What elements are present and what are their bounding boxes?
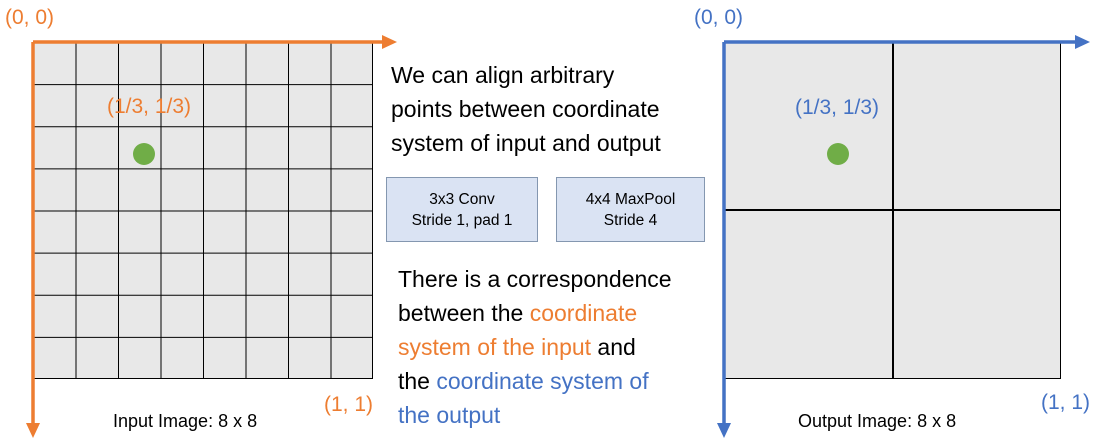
correspondence-line-3-orange: system of the input [398,334,592,360]
correspondence-line-2: between the coordinate [398,296,672,330]
correspondence-line-2-text: between the [398,300,530,326]
intro-line-3: system of input and output [391,130,661,156]
correspondence-text: There is a correspondence between the co… [398,262,672,432]
correspondence-line-2-orange: coordinate [529,300,638,326]
correspondence-line-5: the output [398,402,501,428]
correspondence-line-1: There is a correspondence [398,266,672,292]
pool-box-line-1: 4x4 MaxPool [585,190,676,208]
conv-box: 3x3 Conv Stride 1, pad 1 [386,177,538,242]
correspondence-line-4-blue: coordinate system of [436,368,649,394]
intro-line-2: points between coordinate [391,96,660,122]
conv-box-line-1: 3x3 Conv [429,190,495,208]
correspondence-line-4-text: the [398,368,437,394]
conv-box-line-2: Stride 1, pad 1 [411,211,513,229]
intro-line-1: We can align arbitrary [391,62,615,88]
correspondence-line-3-text: and [591,334,636,360]
input-y-arrowhead [26,423,40,438]
output-x-arrowhead [1075,35,1090,49]
pool-box-line-2: Stride 4 [603,211,658,229]
pool-box: 4x4 MaxPool Stride 4 [556,177,705,242]
correspondence-line-3: system of the input and [398,330,672,364]
intro-text: We can align arbitrary points between co… [391,58,661,160]
correspondence-line-4: the coordinate system of [398,364,672,398]
output-y-arrowhead [717,423,731,438]
input-x-arrowhead [382,35,397,49]
